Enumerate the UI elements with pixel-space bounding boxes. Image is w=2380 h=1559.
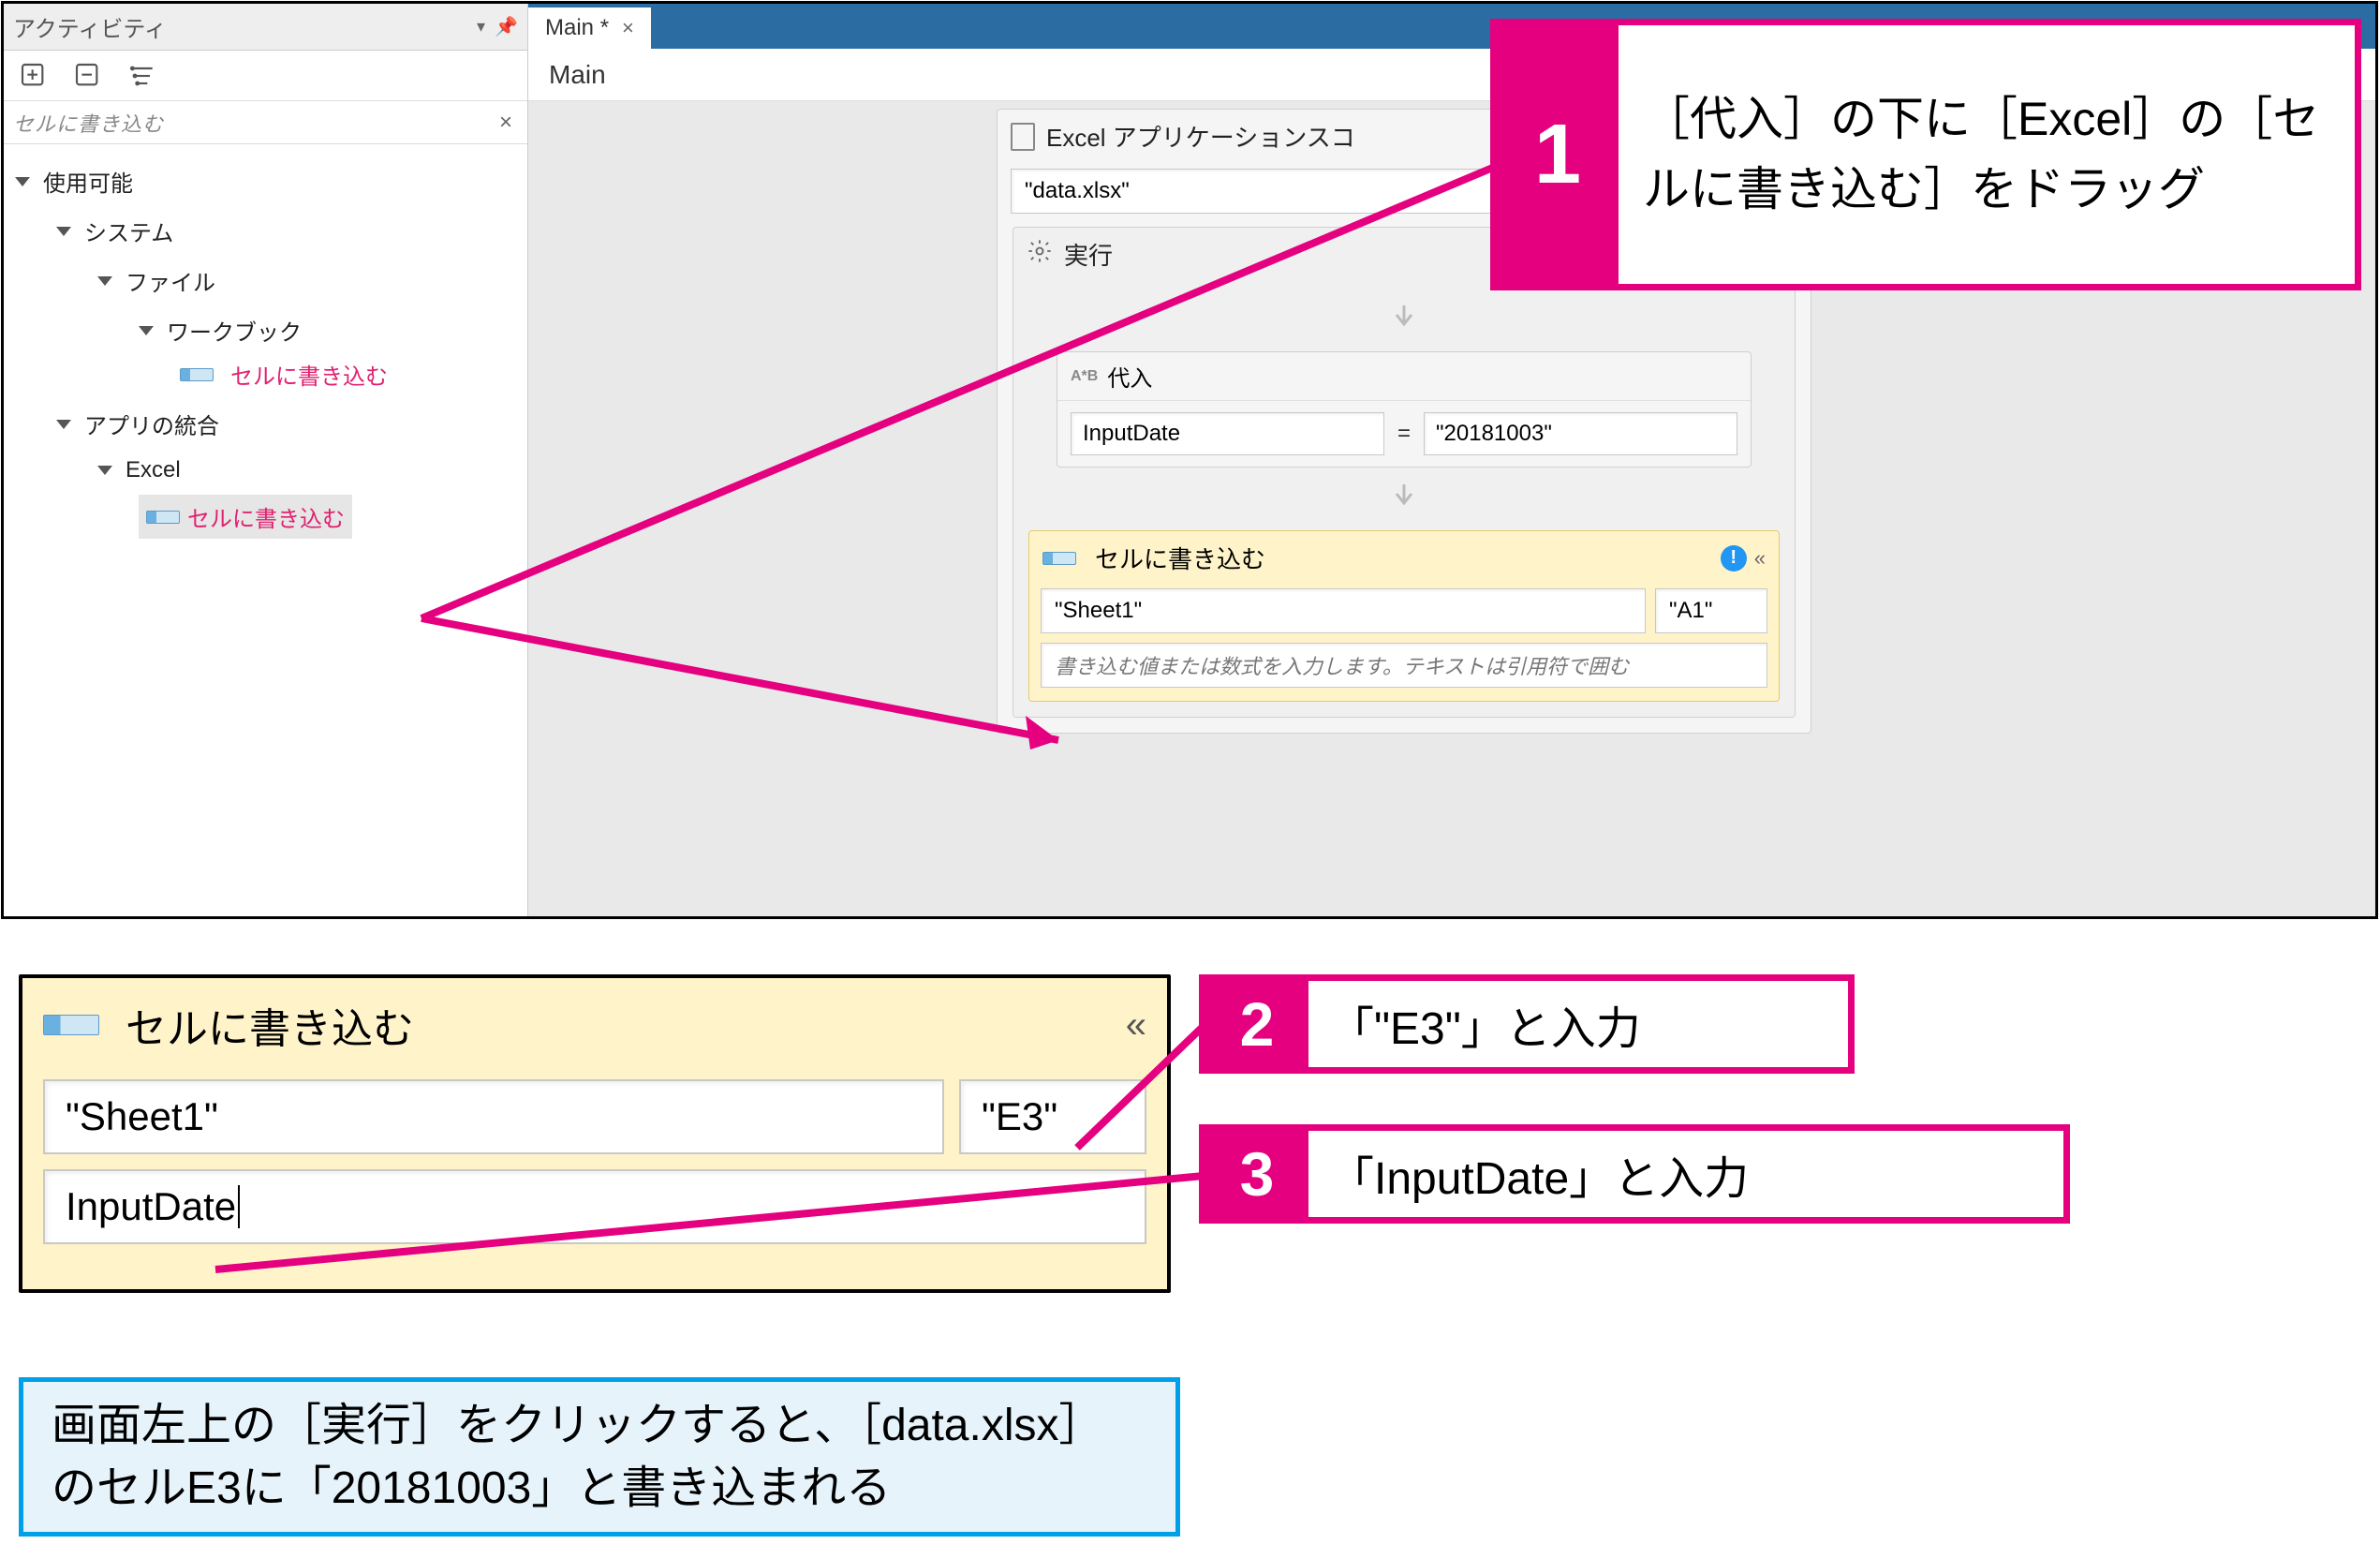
flow-arrow-icon: [1028, 296, 1780, 344]
write-cell-detail-header: セルに書き込む «: [22, 978, 1167, 1072]
expand-all-icon[interactable]: [17, 59, 51, 93]
tree-leaf-write-cell-excel[interactable]: セルに書き込む: [135, 489, 520, 544]
gear-icon: [1027, 238, 1053, 271]
callout-3-text: 「InputDate」と入力: [1308, 1131, 2063, 1217]
callout-step-3: 3 「InputDate」と入力: [1199, 1124, 2070, 1224]
tab-main[interactable]: Main * ×: [528, 6, 651, 49]
write-cell-detail-title: セルに書き込む: [126, 995, 414, 1055]
tree-leaf-write-cell-workbook[interactable]: セルに書き込む: [176, 352, 520, 396]
assign-value-input[interactable]: "20181003": [1424, 412, 1737, 455]
write-cell-activity[interactable]: セルに書き込む ! « "Sheet1" "A1": [1028, 530, 1780, 702]
result-note: 画面左上の［実行］をクリックすると、［data.xlsx］のセルE3に「2018…: [19, 1377, 1180, 1537]
assign-ab-icon: A*B: [1071, 368, 1098, 385]
document-icon: [1011, 123, 1035, 151]
tree-node-available[interactable]: 使用可能: [11, 159, 520, 203]
callout-2-number: 2: [1205, 981, 1308, 1067]
collapse-icon[interactable]: «: [1126, 1004, 1146, 1047]
excel-scope-title: Excel アプリケーションスコ: [1046, 119, 1355, 154]
activity-bar-icon: [180, 368, 214, 381]
flow-arrow-icon: [1028, 475, 1780, 523]
pin-icon[interactable]: 📌: [495, 15, 518, 38]
write-cell-detail-card: セルに書き込む « "Sheet1" "E3" InputDate: [19, 974, 1171, 1293]
activities-search-row: セルに書き込む ×: [4, 101, 527, 144]
tree-node-workbook[interactable]: ワークブック: [135, 308, 520, 352]
activities-toolbar: [4, 51, 527, 101]
detail-sheet-input[interactable]: "Sheet1": [43, 1079, 944, 1154]
tree-node-app-integration[interactable]: アプリの統合: [52, 402, 520, 446]
tab-label: Main *: [545, 15, 609, 41]
tree-node-excel[interactable]: Excel: [94, 452, 520, 489]
callout-1-text: ［代入］の下に［Excel］の［セルに書き込む］をドラッグ: [1619, 25, 2355, 284]
activities-panel: アクティビティ ▾ 📌 セルに書き込む × 使用可能: [4, 4, 528, 916]
clear-search-icon[interactable]: ×: [494, 110, 518, 136]
tree-node-file[interactable]: ファイル: [94, 259, 520, 303]
result-note-text: 画面左上の［実行］をクリックすると、［data.xlsx］のセルE3に「2018…: [52, 1394, 1147, 1520]
collapse-all-icon[interactable]: [71, 59, 105, 93]
panel-dropdown-icon[interactable]: ▾: [477, 17, 485, 37]
filter-icon[interactable]: [126, 59, 159, 93]
assign-title: 代入: [1107, 360, 1152, 393]
write-cell-value-input[interactable]: 書き込む値または数式を入力します。テキストは引用符で囲む: [1041, 643, 1767, 688]
activities-search-input[interactable]: セルに書き込む: [13, 108, 494, 138]
write-cell-header: セルに書き込む ! «: [1029, 531, 1779, 585]
assign-activity[interactable]: A*B 代入 InputDate = "20181003": [1057, 351, 1752, 468]
callout-step-1: 1 ［代入］の下に［Excel］の［セルに書き込む］をドラッグ: [1490, 19, 2361, 290]
activity-bar-icon: [146, 511, 180, 524]
detail-cell-input[interactable]: "E3": [959, 1079, 1146, 1154]
activity-bar-icon: [43, 1015, 99, 1035]
callout-3-number: 3: [1205, 1131, 1308, 1217]
info-badge-icon[interactable]: !: [1721, 545, 1747, 572]
activities-tree: 使用可能 システム ファイル ワークブック セルに: [4, 144, 527, 559]
write-cell-sheet-input[interactable]: "Sheet1": [1041, 588, 1646, 633]
callout-1-number: 1: [1497, 25, 1619, 284]
tab-close-icon[interactable]: ×: [622, 16, 634, 40]
collapse-icon[interactable]: «: [1754, 546, 1766, 571]
callout-2-text: 「"E3"」と入力: [1308, 981, 1848, 1067]
activities-panel-header: アクティビティ ▾ 📌: [4, 4, 527, 51]
do-sequence-card[interactable]: 実行 ! « A*B: [1013, 227, 1796, 718]
write-cell-address-input[interactable]: "A1": [1655, 588, 1767, 633]
tree-node-system[interactable]: システム: [52, 209, 520, 253]
callout-step-2: 2 「"E3"」と入力: [1199, 974, 1855, 1074]
assign-equals-label: =: [1394, 421, 1414, 447]
assign-to-input[interactable]: InputDate: [1071, 412, 1384, 455]
assign-header: A*B 代入: [1057, 352, 1751, 401]
activities-panel-title: アクティビティ: [13, 10, 167, 43]
do-sequence-title: 実行: [1064, 237, 1113, 272]
write-cell-title: セルに書き込む: [1095, 541, 1265, 575]
activity-bar-icon: [1042, 552, 1076, 565]
detail-value-input[interactable]: InputDate: [43, 1169, 1146, 1244]
